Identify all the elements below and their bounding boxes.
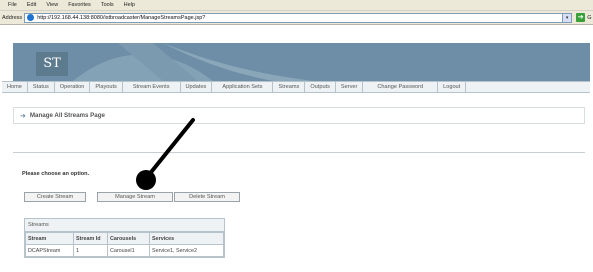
pointer-dot bbox=[136, 170, 156, 190]
cell-stream[interactable]: DCAPStream bbox=[25, 244, 74, 257]
nav-updates[interactable]: Updates bbox=[181, 82, 213, 92]
cell-stream-id: 1 bbox=[73, 244, 108, 257]
arrow-right-icon: ➜ bbox=[20, 112, 26, 120]
menu-file[interactable]: File bbox=[8, 2, 17, 8]
banner-swoosh-graphic bbox=[73, 43, 313, 81]
ie-page-icon bbox=[27, 14, 35, 21]
address-bar: Address http://192.168.44.138:8080/istbr… bbox=[0, 11, 593, 25]
page-header: ➜ Manage All Streams Page bbox=[13, 107, 585, 124]
create-stream-button[interactable]: Create Stream bbox=[24, 192, 86, 202]
menu-edit[interactable]: Edit bbox=[27, 2, 36, 8]
nav-application-sets[interactable]: Application Sets bbox=[212, 82, 274, 92]
nav-streams[interactable]: Streams bbox=[273, 82, 306, 92]
delete-stream-button[interactable]: Delete Stream bbox=[174, 192, 240, 202]
chevron-down-icon[interactable]: ▾ bbox=[562, 13, 572, 22]
go-arrow-icon[interactable]: ➔ bbox=[576, 13, 586, 22]
app-logo: ST bbox=[36, 52, 68, 76]
pointer-line bbox=[146, 118, 195, 178]
page-title: Manage All Streams Page bbox=[29, 112, 105, 119]
manage-stream-button[interactable]: Manage Stream bbox=[97, 192, 173, 202]
cell-services: Service1, Service2 bbox=[149, 244, 224, 257]
menu-help[interactable]: Help bbox=[124, 2, 135, 8]
menu-favorites[interactable]: Favorites bbox=[68, 2, 91, 8]
cell-carousels: Carousel1 bbox=[107, 244, 150, 257]
nav-home[interactable]: Home bbox=[2, 82, 28, 92]
browser-menubar: File Edit View Favorites Tools Help bbox=[0, 0, 593, 11]
table-header-row: Stream Stream Id Carousels Services bbox=[25, 232, 224, 245]
menu-view[interactable]: View bbox=[46, 2, 58, 8]
divider bbox=[13, 152, 585, 153]
address-label: Address bbox=[2, 14, 23, 21]
nav-stream-events[interactable]: Stream Events bbox=[123, 82, 181, 92]
streams-table-caption: Streams bbox=[25, 219, 224, 232]
column-header-stream-id: Stream Id bbox=[73, 232, 108, 245]
nav-playouts[interactable]: Playouts bbox=[90, 82, 123, 92]
main-nav: Home Status Operation Playouts Stream Ev… bbox=[2, 81, 590, 93]
nav-server[interactable]: Server bbox=[336, 82, 364, 92]
nav-operation[interactable]: Operation bbox=[55, 82, 91, 92]
nav-status[interactable]: Status bbox=[28, 82, 55, 92]
nav-outputs[interactable]: Outputs bbox=[305, 82, 336, 92]
column-header-carousels: Carousels bbox=[107, 232, 150, 245]
table-row[interactable]: DCAPStream 1 Carousel1 Service1, Service… bbox=[25, 244, 224, 257]
streams-table: Streams Stream Stream Id Carousels Servi… bbox=[24, 218, 225, 258]
address-url: http://192.168.44.138:8080/istbroadcaste… bbox=[37, 14, 206, 21]
nav-change-password[interactable]: Change Password bbox=[363, 82, 439, 92]
column-header-services: Services bbox=[149, 232, 224, 245]
header-banner bbox=[13, 43, 590, 81]
address-input[interactable]: http://192.168.44.138:8080/istbroadcaste… bbox=[24, 12, 573, 23]
go-button-label[interactable]: G bbox=[587, 15, 591, 21]
column-header-stream: Stream bbox=[25, 232, 74, 245]
menu-tools[interactable]: Tools bbox=[101, 2, 114, 8]
streams-grid: Stream Stream Id Carousels Services DCAP… bbox=[25, 232, 224, 257]
option-prompt: Please choose an option. bbox=[22, 171, 90, 177]
nav-logout[interactable]: Logout bbox=[438, 82, 467, 92]
